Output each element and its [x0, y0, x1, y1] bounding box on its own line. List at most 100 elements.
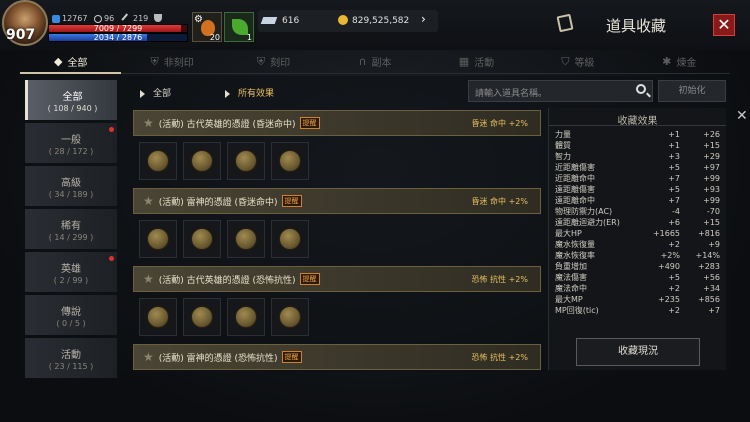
alchemy-icon: ✱: [662, 55, 672, 68]
category-3[interactable]: 稀有( 14 / 299 ): [25, 209, 117, 249]
side-menu-icon[interactable]: ✕: [736, 108, 750, 136]
effect-name: 遠距離傷害: [555, 185, 595, 194]
item-slots: [133, 214, 541, 258]
effect-row: 近距離傷害 +5 +97: [555, 162, 720, 173]
tab-grade[interactable]: ⛉ 等級: [527, 50, 629, 74]
coin-item-icon: [235, 306, 257, 328]
item-slot[interactable]: [227, 142, 265, 180]
effect-row: MP回復(tic) +2 +7: [555, 305, 720, 316]
category-label: 活動: [61, 349, 81, 361]
tab-sealed[interactable]: ⛨ 刻印: [222, 50, 325, 74]
item-slot[interactable]: [227, 298, 265, 336]
item-slot[interactable]: [139, 220, 177, 258]
tab-all[interactable]: ◆ 全部: [20, 50, 122, 74]
effect-value-total: +56: [703, 273, 720, 282]
grade-icon: ⛉: [561, 54, 570, 68]
effect-name: 魔水恢復率: [555, 251, 595, 260]
effect-name: 物理防禦力(AC): [555, 207, 613, 216]
coin-item-icon: [191, 228, 213, 250]
book-icon: [556, 13, 574, 33]
effects-title: 收藏效果: [549, 108, 726, 127]
hint-badge[interactable]: 提醒: [299, 117, 320, 129]
buff-slot-potion[interactable]: ⚙ 20: [192, 12, 222, 42]
tab-alchemy[interactable]: ✱ 煉金: [628, 50, 730, 74]
star-icon[interactable]: ★: [143, 194, 154, 208]
gem-count: 616: [282, 16, 300, 26]
effect-value-total: +99: [703, 196, 720, 205]
category-2[interactable]: 高級( 34 / 189 ): [25, 166, 117, 206]
item-slot[interactable]: [183, 298, 221, 336]
event-icon: ▦: [458, 55, 470, 68]
category-label: 高級: [61, 177, 81, 189]
star-icon[interactable]: ★: [143, 272, 154, 286]
hint-badge[interactable]: 提醒: [299, 273, 320, 285]
buff-slot-leaf[interactable]: 1: [224, 12, 254, 42]
mp-bar: 2034 / 2876: [48, 33, 188, 42]
hp-bar: 7009 / 7299: [48, 24, 188, 33]
effect-value-current: -4: [672, 207, 680, 216]
trophy-icon: [154, 14, 162, 22]
group-header[interactable]: ★ (活動) 古代英雄的憑證 (恐怖抗性) 提醒 恐怖 抗性 +2%: [133, 266, 541, 292]
group-header[interactable]: ★ (活動) 古代英雄的憑證 (昏迷命中) 提醒 昏迷 命中 +2%: [133, 110, 541, 136]
leaf-icon: [232, 19, 248, 35]
hint-badge[interactable]: 提醒: [281, 195, 302, 207]
gear-icon: ⚙: [194, 14, 203, 25]
close-button[interactable]: ✕: [713, 14, 735, 36]
filter-effect[interactable]: 所有效果: [225, 86, 274, 99]
star-icon[interactable]: ★: [143, 116, 154, 130]
effect-name: 近距離命中: [555, 174, 595, 183]
category-label: 稀有: [61, 220, 81, 232]
effect-value-current: +2: [668, 284, 680, 293]
item-slot[interactable]: [183, 220, 221, 258]
item-slot[interactable]: [271, 298, 309, 336]
group-effect: 昏迷 命中 +2%: [471, 118, 528, 128]
effect-name: 魔水恢復量: [555, 240, 595, 249]
effect-row: 物理防禦力(AC) -4 -70: [555, 206, 720, 217]
effect-value-current: +7: [668, 196, 680, 205]
filter-all[interactable]: 全部: [140, 86, 171, 99]
chevron-right-icon[interactable]: ›: [421, 12, 426, 26]
collection-group: ★ (活動) 雷神的憑證 (昏迷命中) 提醒 昏迷 命中 +2%: [133, 188, 541, 258]
item-slot[interactable]: [271, 142, 309, 180]
tab-event[interactable]: ▦ 活動: [425, 50, 528, 74]
effect-name: 智力: [555, 152, 571, 161]
effect-row: 負重增加 +490 +283: [555, 261, 720, 272]
item-slot[interactable]: [139, 298, 177, 336]
category-4[interactable]: 英雄( 2 / 99 ): [25, 252, 117, 292]
group-name: (活動) 古代英雄的憑證 (恐怖抗性): [158, 275, 296, 286]
effect-value-total: +15: [703, 141, 720, 150]
effect-row: 力量 +1 +26: [555, 129, 720, 140]
coin-item-icon: [147, 306, 169, 328]
reset-button[interactable]: 初始化: [658, 80, 726, 102]
category-count: ( 28 / 172 ): [48, 146, 94, 156]
item-slot[interactable]: [139, 142, 177, 180]
effect-name: 最大HP: [555, 229, 582, 238]
effect-value-current: +1: [668, 130, 680, 139]
star-icon[interactable]: ★: [143, 350, 154, 364]
category-0[interactable]: 全部( 108 / 940 ): [25, 80, 117, 120]
group-header[interactable]: ★ (活動) 雷神的憑證 (恐怖抗性) 提醒 恐怖 抗性 +2%: [133, 344, 541, 370]
effect-row: 魔水恢復量 +2 +9: [555, 239, 720, 250]
collection-status-button[interactable]: 收藏現況: [576, 338, 700, 366]
effect-value-total: +9: [708, 240, 720, 249]
coin-item-icon: [279, 228, 301, 250]
effect-value-current: +2: [668, 306, 680, 315]
category-5[interactable]: 傳說( 0 / 5 ): [25, 295, 117, 335]
tab-non-sealed[interactable]: ⛨ 非刻印: [121, 50, 223, 74]
tab-dungeon[interactable]: ∩ 副本: [324, 50, 426, 74]
effect-name: 魔法命中: [555, 284, 587, 293]
category-6[interactable]: 活動( 23 / 115 ): [25, 338, 117, 378]
hint-badge[interactable]: 提醒: [281, 351, 302, 363]
search-input[interactable]: 請輸入道具名稱。: [468, 80, 653, 102]
category-1[interactable]: 一般( 28 / 172 ): [25, 123, 117, 163]
gold-coin-icon: [338, 15, 348, 25]
group-header[interactable]: ★ (活動) 雷神的憑證 (昏迷命中) 提醒 昏迷 命中 +2%: [133, 188, 541, 214]
sword-icon: [121, 12, 133, 25]
item-slot[interactable]: [227, 220, 265, 258]
effect-value-total: +34: [703, 284, 720, 293]
item-slot[interactable]: [271, 220, 309, 258]
category-count: ( 14 / 299 ): [48, 232, 94, 242]
search-icon[interactable]: [636, 84, 646, 94]
item-slot[interactable]: [183, 142, 221, 180]
category-label: 傳說: [61, 306, 81, 318]
